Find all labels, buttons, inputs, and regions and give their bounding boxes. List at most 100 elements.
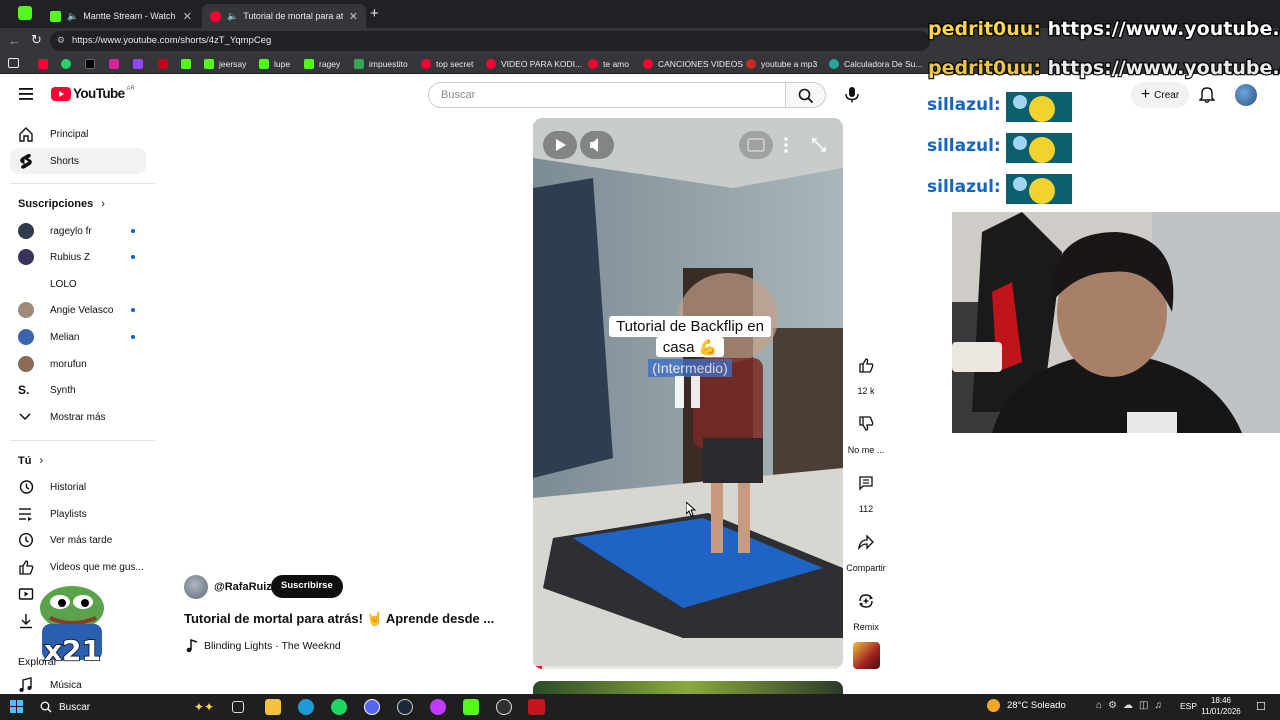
clock[interactable]: 18:46 11/01/2026 [1200, 695, 1242, 717]
obs-icon[interactable] [496, 699, 512, 715]
sidebar-item-watch-later[interactable]: Ver más tarde [10, 527, 146, 553]
sidebar-item-playlists[interactable]: Playlists [10, 501, 146, 527]
menu-icon[interactable] [19, 88, 33, 100]
file-explorer-icon[interactable] [265, 699, 281, 715]
dislike-button[interactable]: No me ... [843, 409, 889, 455]
channel-avatar[interactable] [184, 575, 208, 599]
tab-mantte-stream[interactable]: 🔈 Mantte Stream - Watch Live o ✕ [42, 4, 200, 28]
short-video-player[interactable]: Tutorial de Backflip en casa 💪 (Intermed… [533, 118, 843, 669]
kick-pinned-tab[interactable] [18, 6, 32, 20]
emote-label: sillazul: [927, 136, 1002, 157]
more-options-button[interactable] [776, 131, 796, 159]
start-button[interactable] [10, 700, 23, 716]
channel-name[interactable]: @RafaRuiz [214, 581, 272, 593]
twitch-icon [133, 59, 143, 69]
bookmark-instagram[interactable] [109, 57, 124, 71]
site-info-icon[interactable]: ⚙ [57, 35, 65, 46]
search-button[interactable] [786, 82, 826, 108]
share-button[interactable]: Compartir [843, 527, 889, 573]
you-heading[interactable]: Tú › [18, 455, 43, 467]
sidebar-item-historial[interactable]: Historial [10, 474, 146, 500]
bookmark-youtube[interactable] [38, 57, 53, 71]
show-more-button[interactable]: Mostrar más [10, 404, 146, 430]
bookmark-jeersay[interactable]: jeersay [204, 57, 246, 71]
volume-button[interactable] [580, 131, 614, 159]
short-title[interactable]: Tutorial de mortal para atrás! 🤘 Aprende… [184, 611, 494, 627]
subscriptions-heading[interactable]: Suscripciones › [18, 198, 105, 210]
weather-widget[interactable]: 28°C Soleado [987, 699, 1066, 712]
sidebar-item-subscription[interactable]: Rubius Z [10, 244, 146, 270]
chevron-right-icon: › [39, 455, 44, 467]
progress-bar[interactable] [533, 666, 843, 669]
bookmark-canciones-videos[interactable]: CANCIONES VIDEOS [643, 57, 743, 71]
fullscreen-button[interactable] [805, 131, 833, 159]
language-indicator[interactable]: ESP [1180, 701, 1197, 711]
sidebar-item-subscription[interactable]: LOLO [10, 271, 146, 297]
discord-icon[interactable] [364, 699, 380, 715]
comment-icon [859, 476, 873, 491]
bookmark-red[interactable] [158, 57, 173, 71]
back-icon[interactable]: ← [8, 33, 21, 48]
bookmark-impuestito[interactable]: impuestito [354, 57, 408, 71]
edge-icon[interactable] [298, 699, 314, 715]
spotify-icon[interactable] [331, 699, 347, 715]
sidebar-item-subscription[interactable]: Melian [10, 324, 146, 350]
like-icon [859, 358, 874, 373]
bookmark-te-amo[interactable]: te amo [588, 57, 629, 71]
taskbar-search[interactable]: Buscar ✦✦ [34, 697, 218, 717]
share-icon [858, 534, 874, 550]
tab-youtube-short[interactable]: 🔈 Tutorial de mortal para atrás! ✕ [202, 4, 366, 28]
bookmark-kick[interactable] [181, 57, 196, 71]
new-tab-button[interactable]: + [370, 5, 379, 22]
bookmark-youtube-a-mp3[interactable]: youtube a mp3 [746, 57, 817, 71]
sidebar-item-liked-videos[interactable]: Videos que me gus... [10, 554, 146, 580]
reload-icon[interactable]: ↻ [31, 32, 42, 48]
sidebar-item-subscription[interactable]: rageylo fr [10, 218, 146, 244]
bookmark-twitch[interactable] [133, 57, 148, 71]
bookmark-ragey[interactable]: ragey [304, 57, 340, 71]
channel-avatar [18, 249, 34, 265]
tab-audio-icon: 🔈 [227, 10, 239, 21]
subscribe-button[interactable]: Suscribirse [271, 575, 343, 598]
bookmark-lupe[interactable]: lupe [259, 57, 290, 71]
system-tray-icons[interactable]: ⌂⚙☁◫♫ [1096, 700, 1168, 711]
youtube-icon [421, 59, 431, 69]
youtube-logo[interactable]: YouTube AR [51, 86, 135, 101]
bookmark-whatsapp[interactable] [61, 57, 76, 71]
kick-icon[interactable] [463, 699, 479, 715]
bookmark-tab-icon[interactable] [8, 58, 19, 68]
play-button[interactable] [543, 131, 577, 159]
sidebar-item-subscription[interactable]: Angie Velasco [10, 297, 146, 323]
close-tab-icon[interactable]: ✕ [183, 10, 192, 23]
next-short-preview[interactable] [533, 681, 843, 694]
new-content-dot [131, 229, 135, 233]
remix-button[interactable]: Remix [846, 586, 886, 632]
sidebar-item-subscription[interactable]: S. Synth [10, 377, 146, 403]
bookmark-x[interactable] [85, 57, 100, 71]
comments-button[interactable]: 112 [846, 468, 886, 514]
steam-icon[interactable] [397, 699, 413, 715]
chat-username: pedrit0uu: [927, 56, 1042, 81]
music-info[interactable]: Blinding Lights · The Weeknd [186, 639, 341, 652]
search-input[interactable]: Buscar [428, 82, 786, 108]
capcut-icon[interactable] [430, 699, 446, 715]
sidebar-item-principal[interactable]: Principal [10, 121, 146, 147]
bookmark-video-para-kodi[interactable]: VIDEO PARA KODI... [486, 57, 582, 71]
sound-thumbnail[interactable] [853, 642, 880, 669]
captions-button[interactable] [739, 131, 773, 159]
youtube-icon [210, 10, 221, 22]
sidebar-item-shorts[interactable]: Shorts [10, 148, 146, 174]
voice-search-button[interactable] [838, 82, 864, 108]
bookmark-calculadora[interactable]: Calculadora De Su... [829, 57, 922, 71]
task-view-icon[interactable] [232, 701, 244, 713]
close-tab-icon[interactable]: ✕ [349, 10, 358, 23]
stream-chat-overlay: pedrit0uu: https://www.youtube.com pedri… [925, 0, 1280, 210]
sidebar-item-subscription[interactable]: morufun [10, 351, 146, 377]
play-icon [556, 139, 566, 151]
chevron-down-icon [19, 413, 31, 421]
bookmark-top-secret[interactable]: top secret [421, 57, 473, 71]
app-icon[interactable] [528, 699, 545, 715]
url-field[interactable]: ⚙ https://www.youtube.com/shorts/4zT_Yqm… [50, 31, 930, 51]
notification-icon[interactable]: ☐ [1256, 700, 1266, 713]
like-button[interactable]: 12 k [846, 350, 886, 396]
